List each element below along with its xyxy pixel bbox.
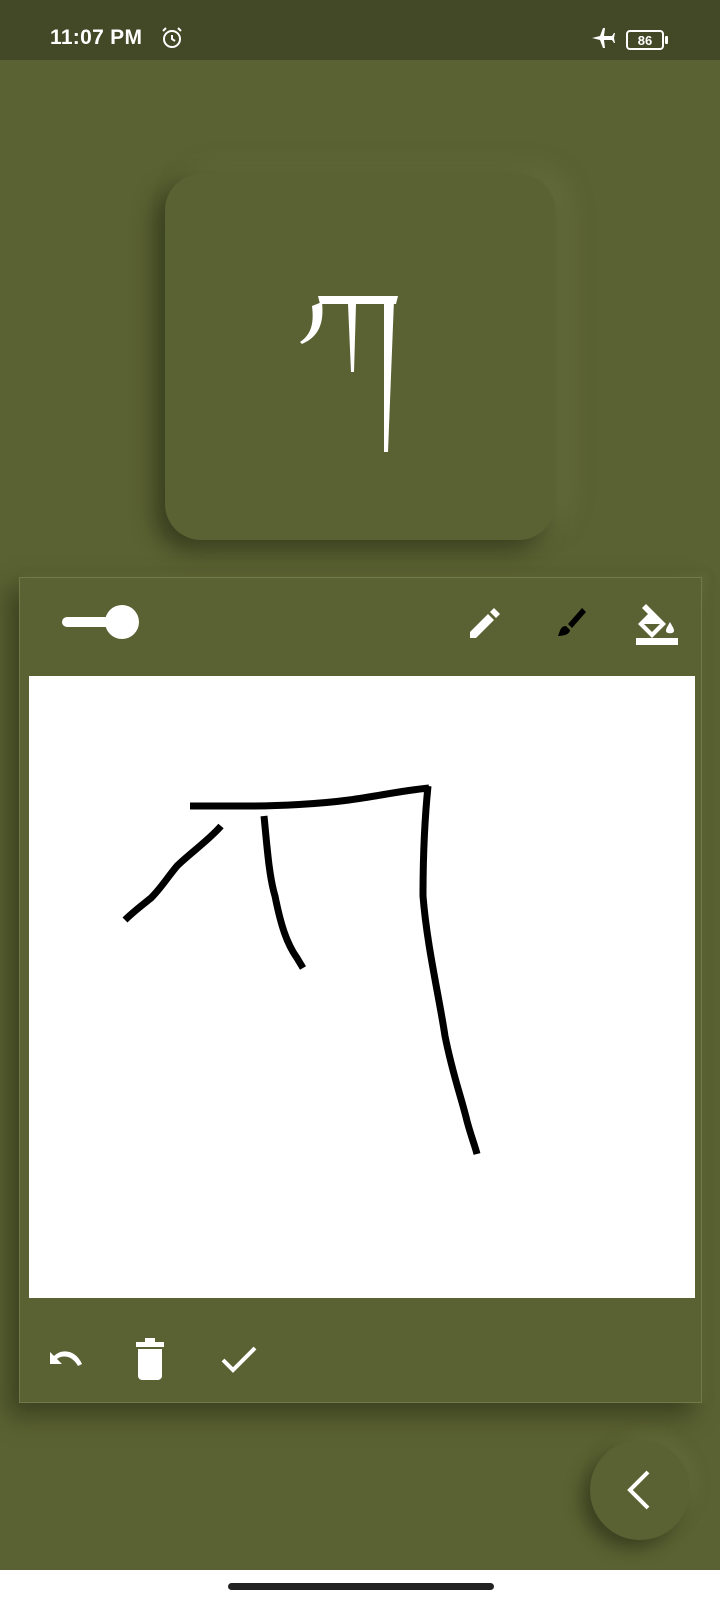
battery-tip	[665, 36, 668, 44]
brush-button[interactable]	[550, 602, 592, 644]
drawing-toolbar-bottom	[20, 1298, 703, 1404]
clear-canvas-button[interactable]	[132, 1338, 168, 1380]
stroke-size-slider[interactable]	[62, 602, 142, 642]
system-nav-bar	[0, 1570, 720, 1600]
drawn-strokes	[122, 784, 481, 1155]
pencil-button[interactable]	[464, 602, 506, 644]
fill-bucket-button[interactable]	[634, 600, 680, 646]
submit-drawing-button[interactable]	[218, 1338, 260, 1380]
pencil-icon	[470, 608, 500, 638]
battery-level: 86	[626, 30, 664, 50]
fill-bucket-icon	[636, 604, 678, 645]
airplane-mode-icon	[590, 26, 616, 50]
brush-icon	[558, 608, 586, 636]
status-time: 11:07 PM	[50, 26, 143, 49]
battery-icon: 86	[626, 30, 668, 52]
chevron-left-icon	[627, 1470, 650, 1510]
check-icon	[221, 1346, 257, 1373]
back-button[interactable]	[590, 1440, 690, 1540]
status-bar: 11:07 PM 86	[0, 0, 720, 60]
home-indicator[interactable]	[228, 1583, 494, 1590]
drawing-canvas[interactable]	[29, 676, 695, 1298]
tibetan-letter-ga-icon	[300, 292, 410, 462]
undo-button[interactable]	[44, 1342, 86, 1378]
letter-preview-card	[165, 174, 555, 540]
undo-icon	[50, 1351, 82, 1366]
drawing-panel	[19, 577, 702, 1403]
trash-icon	[136, 1338, 164, 1380]
drawing-toolbar-top	[20, 578, 703, 676]
alarm-icon	[160, 26, 184, 50]
